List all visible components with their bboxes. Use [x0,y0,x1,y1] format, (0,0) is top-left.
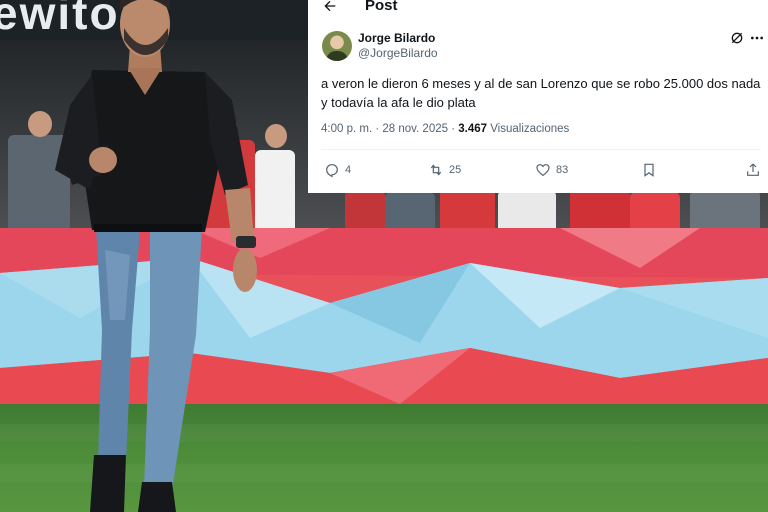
coach-person [55,0,257,512]
post-timestamp[interactable]: 4:00 p. m. · 28 nov. 2025 · [321,123,458,135]
reply-icon [326,164,338,178]
page-title: Post [365,0,398,14]
repost-button[interactable]: 25 [428,162,461,178]
bookmark-icon [644,163,654,177]
share-button[interactable] [745,162,761,178]
author-name[interactable]: Jorge Bilardo [358,31,435,45]
like-button[interactable]: 83 [535,162,568,178]
heart-icon [536,164,550,177]
views-label: Visualizaciones [487,123,570,135]
author-handle[interactable]: @JorgeBilardo [358,46,438,60]
back-arrow-icon[interactable] [322,0,338,14]
views-count: 3.467 [458,123,488,135]
grok-icon[interactable] [729,30,745,46]
reply-count: 4 [345,164,352,176]
bookmark-button[interactable] [641,162,657,178]
tweet-text: a veron le dieron 6 meses y al de san Lo… [321,76,761,110]
repost-icon [430,164,442,176]
like-count: 83 [556,164,569,176]
post-header: Post [308,0,768,16]
avatar[interactable] [322,31,352,61]
divider [321,149,761,150]
share-icon [747,163,759,176]
tweet-card: Post Jorge Bilardo @JorgeBilardo a veron… [308,0,768,193]
reply-button[interactable]: 4 [324,162,351,178]
more-icon[interactable] [749,30,765,46]
post-meta: 4:00 p. m. · 28 nov. 2025 · 3.467 Visual… [321,123,569,135]
repost-count: 25 [449,164,462,176]
